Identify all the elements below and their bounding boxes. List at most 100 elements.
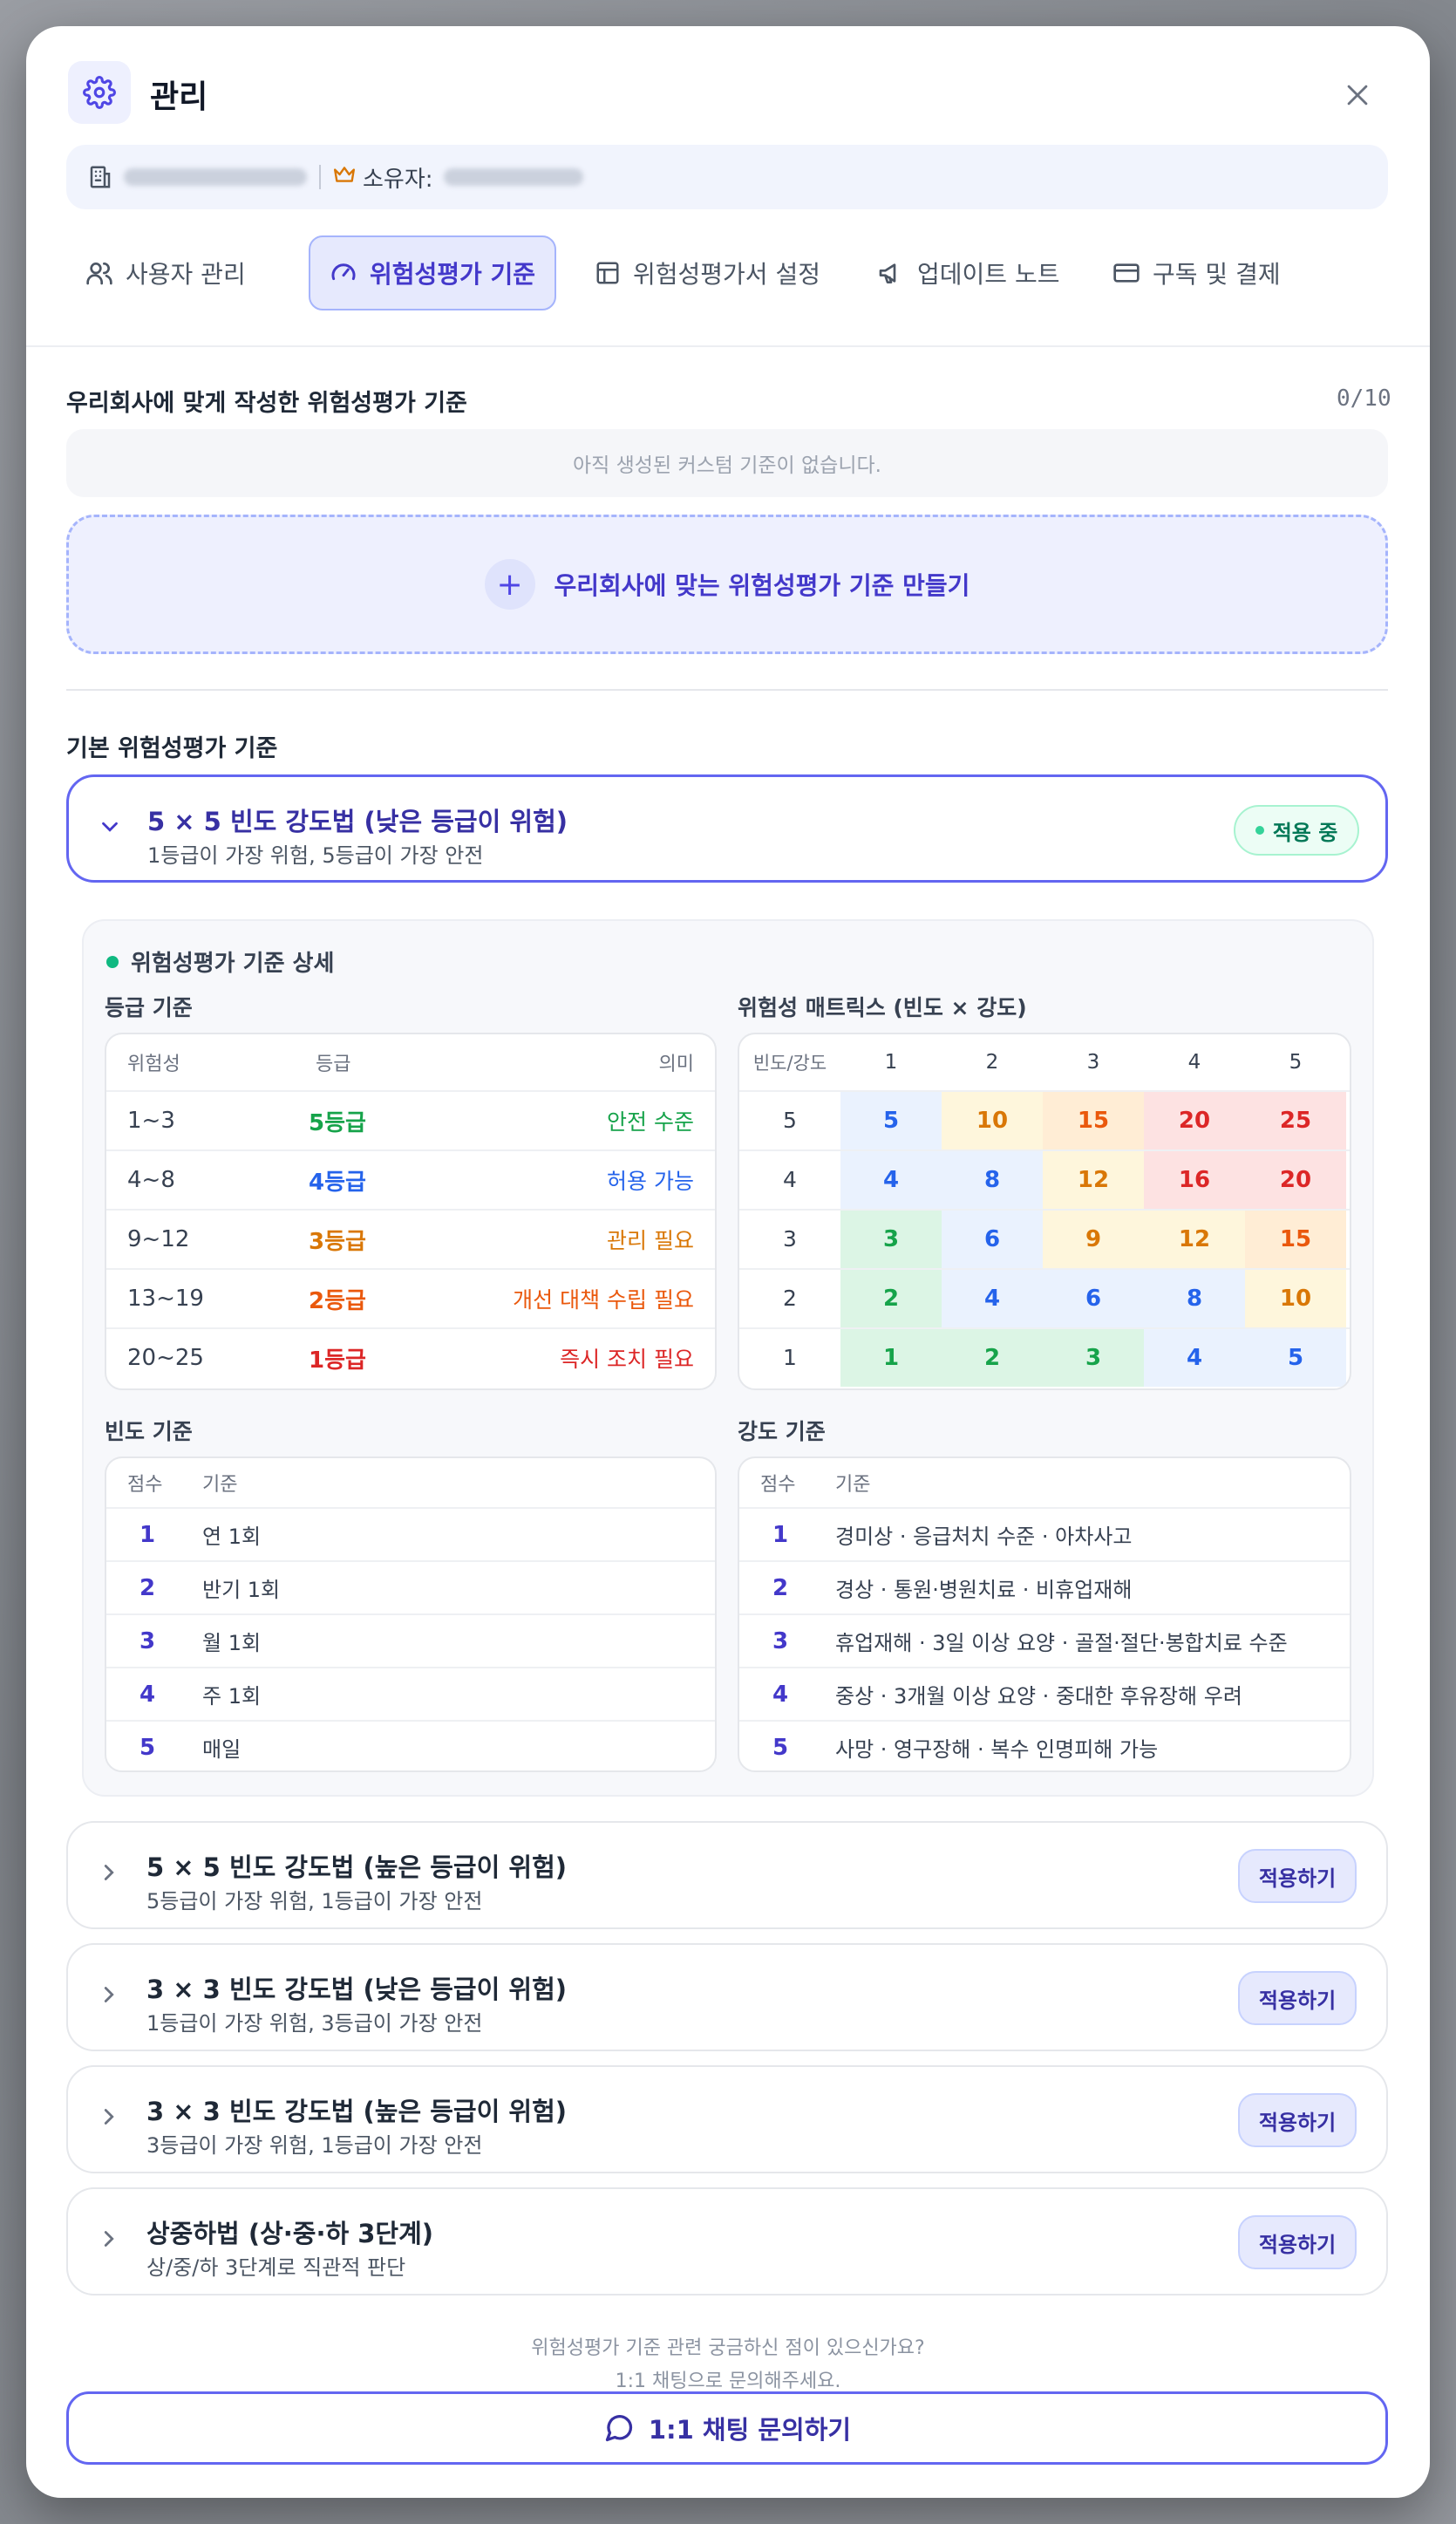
users-icon [86,263,112,285]
matrix-cell: 5 [840,1092,942,1149]
severity-row: 1 경미상 · 응급처치 수준 · 아차사고 [739,1507,1350,1560]
grade-row: 13~19 2등급 개선 대책 수립 필요 [106,1268,715,1327]
matrix-cell: 15 [1043,1092,1144,1149]
frequency-row: 2 반기 1회 [106,1560,715,1613]
custom-criteria-title: 우리회사에 맞게 작성한 위험성평가 기준 [66,390,467,417]
organization-bar: 소유자: [66,145,1388,209]
chat-inquiry-button[interactable]: 1:1 채팅 문의하기 [66,2391,1388,2465]
severity-row: 2 경상 · 통원·병원치료 · 비휴업재해 [739,1560,1350,1613]
matrix-cell: 4 [840,1151,942,1209]
matrix-cell: 3 [1043,1329,1144,1387]
method-subtitle: 3등급이 가장 위험, 1등급이 가장 안전 [146,2133,483,2158]
method-title: 5 × 5 빈도 강도법 (낮은 등급이 위험) [147,807,568,836]
matrix-row-header: 3 [783,1225,797,1252]
grade-row: 20~25 1등급 즉시 조치 필요 [106,1327,715,1387]
matrix-cell: 25 [1245,1092,1346,1149]
matrix-col-header: 1 [884,1051,898,1074]
method-subtitle: 1등급이 가장 위험, 5등급이 가장 안전 [147,843,484,868]
matrix-cell: 6 [942,1211,1043,1268]
tab-assessment-settings[interactable]: 위험성평가서 설정 [575,235,840,310]
credit-card-icon [1113,263,1140,283]
table-icon [596,262,619,284]
method-title: 상중하법 (상·중·하 3단계) [146,2219,434,2248]
severity-row: 3 휴업재해 · 3일 이상 요양 · 골절·절단·봉합치료 수준 [739,1613,1350,1667]
method-title: 3 × 3 빈도 강도법 (낮은 등급이 위험) [146,1975,567,2004]
method-card-high-mid-low[interactable]: 상중하법 (상·중·하 3단계) 상/중/하 3단계로 직관적 판단 적용하기 [66,2187,1388,2295]
method-card-5x5-low[interactable]: 5 × 5 빈도 강도법 (낮은 등급이 위험) 1등급이 가장 위험, 5등급… [66,774,1388,883]
chevron-down-icon [97,814,123,843]
severity-criteria-title: 강도 기준 [738,1419,826,1444]
matrix-cell: 8 [1144,1270,1245,1327]
tab-risk-criteria[interactable]: 위험성평가 기준 [309,235,557,310]
matrix-col-header: 3 [1086,1051,1100,1074]
frequency-table: 점수 기준 1 연 1회 2 반기 1회 3 월 1회 4 주 1회 5 매일 [105,1456,717,1772]
method-card-5x5-high[interactable]: 5 × 5 빈도 강도법 (높은 등급이 위험) 5등급이 가장 위험, 1등급… [66,1821,1388,1929]
owner-label: 소유자: [363,166,433,193]
empty-state: 아직 생성된 커스텀 기준이 없습니다. [66,429,1388,497]
grade-row: 1~3 5등급 안전 수준 [106,1090,715,1149]
risk-matrix: 빈도/강도 1 2 3 4 5 5 5 10 15 20 25 4 4 8 12 16 20 3 3 6 9 12 15 2 2 4… [738,1033,1351,1390]
matrix-cell: 10 [942,1092,1043,1149]
matrix-row-header: 4 [783,1166,797,1192]
matrix-row-header: 2 [783,1285,797,1311]
modal-title: 관리 [150,79,208,115]
matrix-cell: 3 [840,1211,942,1268]
status-badge: 적용 중 [1234,805,1359,856]
method-title: 3 × 3 빈도 강도법 (높은 등급이 위험) [146,2097,567,2126]
matrix-cell: 4 [1144,1329,1245,1387]
matrix-col-header: 4 [1187,1051,1201,1074]
matrix-cell: 20 [1144,1092,1245,1149]
custom-criteria-count: 0/10 [1337,385,1391,412]
megaphone-icon [879,263,896,283]
frequency-row: 1 연 1회 [106,1507,715,1560]
settings-modal: 관리 소유자: 사용자 관리 위험성평가 기준 위험성평가서 설정 업데이트 노… [26,26,1430,2498]
matrix-row-header: 5 [783,1107,797,1133]
grade-table: 위험성 등급 의미 1~3 5등급 안전 수준 4~8 4등급 허용 가능 9~12… [105,1033,717,1390]
crown-icon [333,164,356,190]
matrix-cell: 2 [942,1329,1043,1387]
chevron-right-icon [96,2104,122,2133]
matrix-cell: 6 [1043,1270,1144,1327]
matrix-title: 위험성 매트릭스 (빈도 × 강도) [738,995,1027,1020]
matrix-cell: 10 [1245,1270,1346,1327]
tab-user-management[interactable]: 사용자 관리 [66,235,265,310]
create-criteria-label: 우리회사에 맞는 위험성평가 기준 만들기 [554,571,970,600]
severity-table: 점수 기준 1 경미상 · 응급처치 수준 · 아차사고 2 경상 · 통원·병원… [738,1456,1351,1772]
tab-subscription-billing[interactable]: 구독 및 결제 [1093,235,1300,310]
chat-bubble-icon [605,2415,633,2442]
apply-button[interactable]: 적용하기 [1238,2093,1357,2147]
matrix-row-header: 1 [783,1344,797,1370]
matrix-corner-label: 빈도/강도 [752,1053,827,1074]
footer-question: 위험성평가 기준 관련 궁금하신 점이 있으신가요? [531,2337,925,2359]
chevron-right-icon [96,1982,122,2011]
apply-button[interactable]: 적용하기 [1238,1971,1357,2025]
organization-name-redacted [124,168,307,186]
apply-button[interactable]: 적용하기 [1238,2215,1357,2269]
gear-icon [68,61,131,124]
tab-update-notes[interactable]: 업데이트 노트 [858,235,1078,310]
chevron-right-icon [96,1859,122,1889]
grade-row: 4~8 4등급 허용 가능 [106,1149,715,1209]
severity-row: 4 중상 · 3개월 이상 요양 · 중대한 후유장해 우려 [739,1667,1350,1720]
apply-button[interactable]: 적용하기 [1238,1849,1357,1903]
method-card-3x3-high[interactable]: 3 × 3 빈도 강도법 (높은 등급이 위험) 3등급이 가장 위험, 1등급… [66,2065,1388,2173]
basic-criteria-title: 기본 위험성평가 기준 [66,735,278,762]
matrix-cell: 1 [840,1329,942,1387]
chevron-right-icon [96,2226,122,2255]
method-card-3x3-low[interactable]: 3 × 3 빈도 강도법 (낮은 등급이 위험) 1등급이 가장 위험, 3등급… [66,1943,1388,2051]
method-subtitle: 1등급이 가장 위험, 3등급이 가장 안전 [146,2011,483,2036]
matrix-cell: 2 [840,1270,942,1327]
building-icon [90,166,111,188]
grade-row: 9~12 3등급 관리 필요 [106,1209,715,1268]
plus-icon: + [484,559,535,610]
frequency-row: 4 주 1회 [106,1667,715,1720]
gauge-icon [331,263,356,281]
create-criteria-button[interactable]: + 우리회사에 맞는 위험성평가 기준 만들기 [66,515,1388,654]
severity-row: 5 사망 · 영구장해 · 복수 인명피해 가능 [739,1720,1350,1770]
close-button[interactable] [1334,72,1381,119]
matrix-col-header: 2 [985,1051,999,1074]
tab-bar: 사용자 관리 위험성평가 기준 위험성평가서 설정 업데이트 노트 구독 및 결… [66,235,1391,310]
frequency-row: 5 매일 [106,1720,715,1770]
matrix-cell: 16 [1144,1151,1245,1209]
footer-hint: 1:1 채팅으로 문의해주세요. [615,2371,841,2392]
